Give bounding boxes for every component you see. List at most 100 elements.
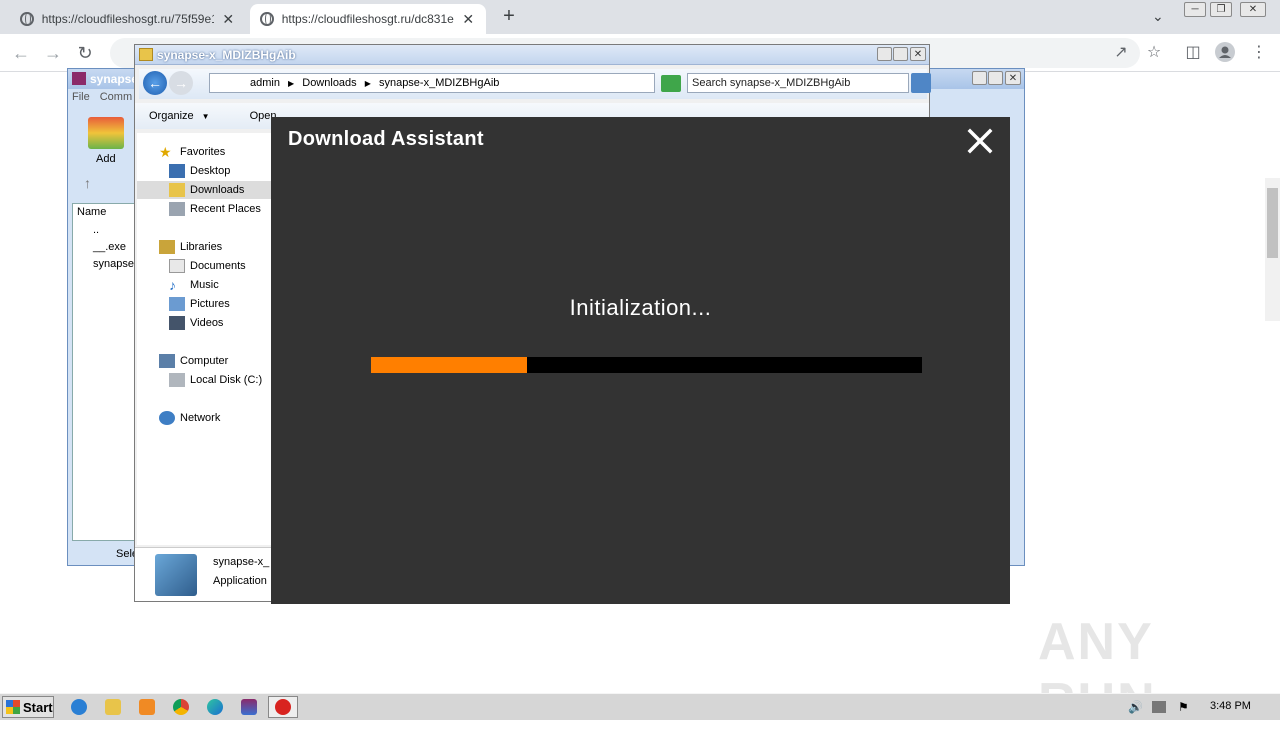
tab-search-chevron-icon[interactable]: ⌄ [1152,8,1164,25]
search-icon[interactable] [911,73,931,93]
column-name-header[interactable]: Name [77,206,106,218]
start-button[interactable]: Start [2,696,54,718]
media-player-icon[interactable] [132,696,162,718]
explorer-path-bar[interactable]: admin ▶ Downloads ▶ synapse-x_MDIZBHgAib [209,73,655,93]
pictures-icon [169,297,185,311]
winrar-minimize-button[interactable] [972,71,987,85]
volume-icon[interactable]: 🔊 [1128,700,1143,714]
explorer-icon[interactable] [98,696,128,718]
network-icon[interactable] [1152,701,1166,713]
winrar-file-list: Name .. __.exe synapse [72,203,136,541]
edge-icon[interactable] [200,696,230,718]
videos-icon [169,316,185,330]
forward-arrow-icon[interactable]: → [42,42,64,64]
tab-title: https://cloudfileshosgt.ru/dc831eb2 [281,12,455,26]
browser-tab-2[interactable]: https://cloudfileshosgt.ru/dc831eb2 ✕ [250,4,486,34]
chrome-icon[interactable] [166,696,196,718]
action-center-flag-icon[interactable]: ⚑ [1178,700,1189,714]
forward-arrow-icon[interactable]: → [169,71,193,95]
restore-button[interactable]: ❐ [1210,2,1232,17]
winrar-close-button[interactable]: ✕ [1005,71,1021,85]
dialog-title: Download Assistant [288,128,484,150]
nav-downloads[interactable]: Downloads [190,184,244,196]
browser-tab-1[interactable]: https://cloudfileshosgt.ru/75f59e11( ✕ [10,4,246,34]
nav-documents[interactable]: Documents [190,260,246,272]
menu-kebab-icon[interactable]: ⋮ [1248,42,1270,64]
list-item[interactable]: synapse [93,258,134,270]
music-icon: ♪ [169,277,176,293]
nav-music[interactable]: Music [190,279,219,291]
winrar-title: synapse [90,72,139,86]
reload-icon[interactable]: ↻ [74,42,96,64]
explorer-address-row: ← → admin ▶ Downloads ▶ synapse-x_MDIZBH… [139,69,931,99]
star-icon: ★ [159,144,172,160]
close-icon[interactable] [966,127,994,155]
list-item[interactable]: .. [93,224,99,236]
back-arrow-icon[interactable]: ← [10,42,32,64]
page-scrollbar[interactable] [1265,178,1280,321]
globe-icon [20,12,34,26]
nav-pictures[interactable]: Pictures [190,298,230,310]
side-panel-icon[interactable]: ◫ [1182,42,1204,64]
winrar-maximize-button[interactable] [988,71,1003,85]
organize-button[interactable]: Organize [149,110,194,122]
clock[interactable]: 3:48 PM [1210,700,1251,712]
installer-icon [155,554,197,596]
watermark-logo: ANY RUN [1038,613,1155,731]
list-item[interactable]: __.exe [93,241,126,253]
windows-logo-icon [6,700,20,714]
explorer-search-input[interactable]: Search synapse-x_MDIZBHgAib [687,73,909,93]
explorer-nav-pane: ★ Favorites Desktop Downloads Recent Plac… [137,133,271,545]
folder-icon [139,48,153,61]
download-assistant-dialog: Download Assistant Initialization... [271,117,1010,604]
ie-icon[interactable] [64,696,94,718]
system-tray: 🔊 ⚑ 3:48 PM [1118,696,1278,718]
new-tab-button[interactable]: + [498,6,520,28]
close-window-button[interactable]: ✕ [1240,2,1266,17]
status-text: Initialization... [569,295,712,320]
app-c-icon[interactable] [268,696,298,718]
selected-file-type: Application [213,575,267,587]
nav-favorites[interactable]: Favorites [180,146,225,158]
progress-bar-fill [371,357,527,373]
explorer-minimize-button[interactable] [877,47,892,61]
refresh-icon[interactable] [661,75,681,92]
browser-tab-strip: https://cloudfileshosgt.ru/75f59e11( ✕ h… [0,0,1280,34]
nav-desktop[interactable]: Desktop [190,165,230,177]
explorer-titlebar: synapse-x_MDIZBHgAib ✕ [135,45,929,65]
menu-file[interactable]: File [72,91,90,103]
nav-libraries[interactable]: Libraries [180,241,222,253]
nav-recent-places[interactable]: Recent Places [190,203,261,215]
explorer-close-button[interactable]: ✕ [910,47,926,61]
breadcrumb-downloads[interactable]: Downloads [302,77,356,89]
recent-places-icon [169,202,185,216]
downloads-folder-icon [169,183,185,197]
nav-videos[interactable]: Videos [190,317,223,329]
nav-local-disk[interactable]: Local Disk (C:) [190,374,262,386]
globe-icon [260,12,274,26]
breadcrumb-folder[interactable]: synapse-x_MDIZBHgAib [379,77,499,89]
tab-close-icon[interactable]: ✕ [220,11,236,28]
explorer-maximize-button[interactable] [893,47,908,61]
progress-bar [371,357,922,373]
winrar-icon[interactable] [234,696,264,718]
add-button-label[interactable]: Add [96,153,116,165]
nav-computer[interactable]: Computer [180,355,228,367]
tab-close-icon[interactable]: ✕ [460,11,476,28]
start-label: Start [23,699,53,715]
breadcrumb-admin[interactable]: admin [250,77,280,89]
back-arrow-icon[interactable]: ← [143,71,167,95]
bookmark-star-icon[interactable]: ☆ [1143,42,1165,64]
libraries-icon [159,240,175,254]
menu-commands[interactable]: Comm [100,91,132,103]
winrar-menu: File Comm [72,91,132,103]
documents-icon [169,259,185,273]
add-archive-icon[interactable] [88,117,124,149]
nav-network[interactable]: Network [180,412,220,424]
share-icon[interactable]: ↗ [1110,42,1132,64]
minimize-button[interactable]: ─ [1184,2,1206,17]
up-arrow-icon[interactable]: ↑ [84,175,91,191]
explorer-title: synapse-x_MDIZBHgAib [157,48,296,62]
selected-file-name: synapse-x_ [213,556,270,568]
profile-avatar-icon[interactable] [1214,42,1236,64]
